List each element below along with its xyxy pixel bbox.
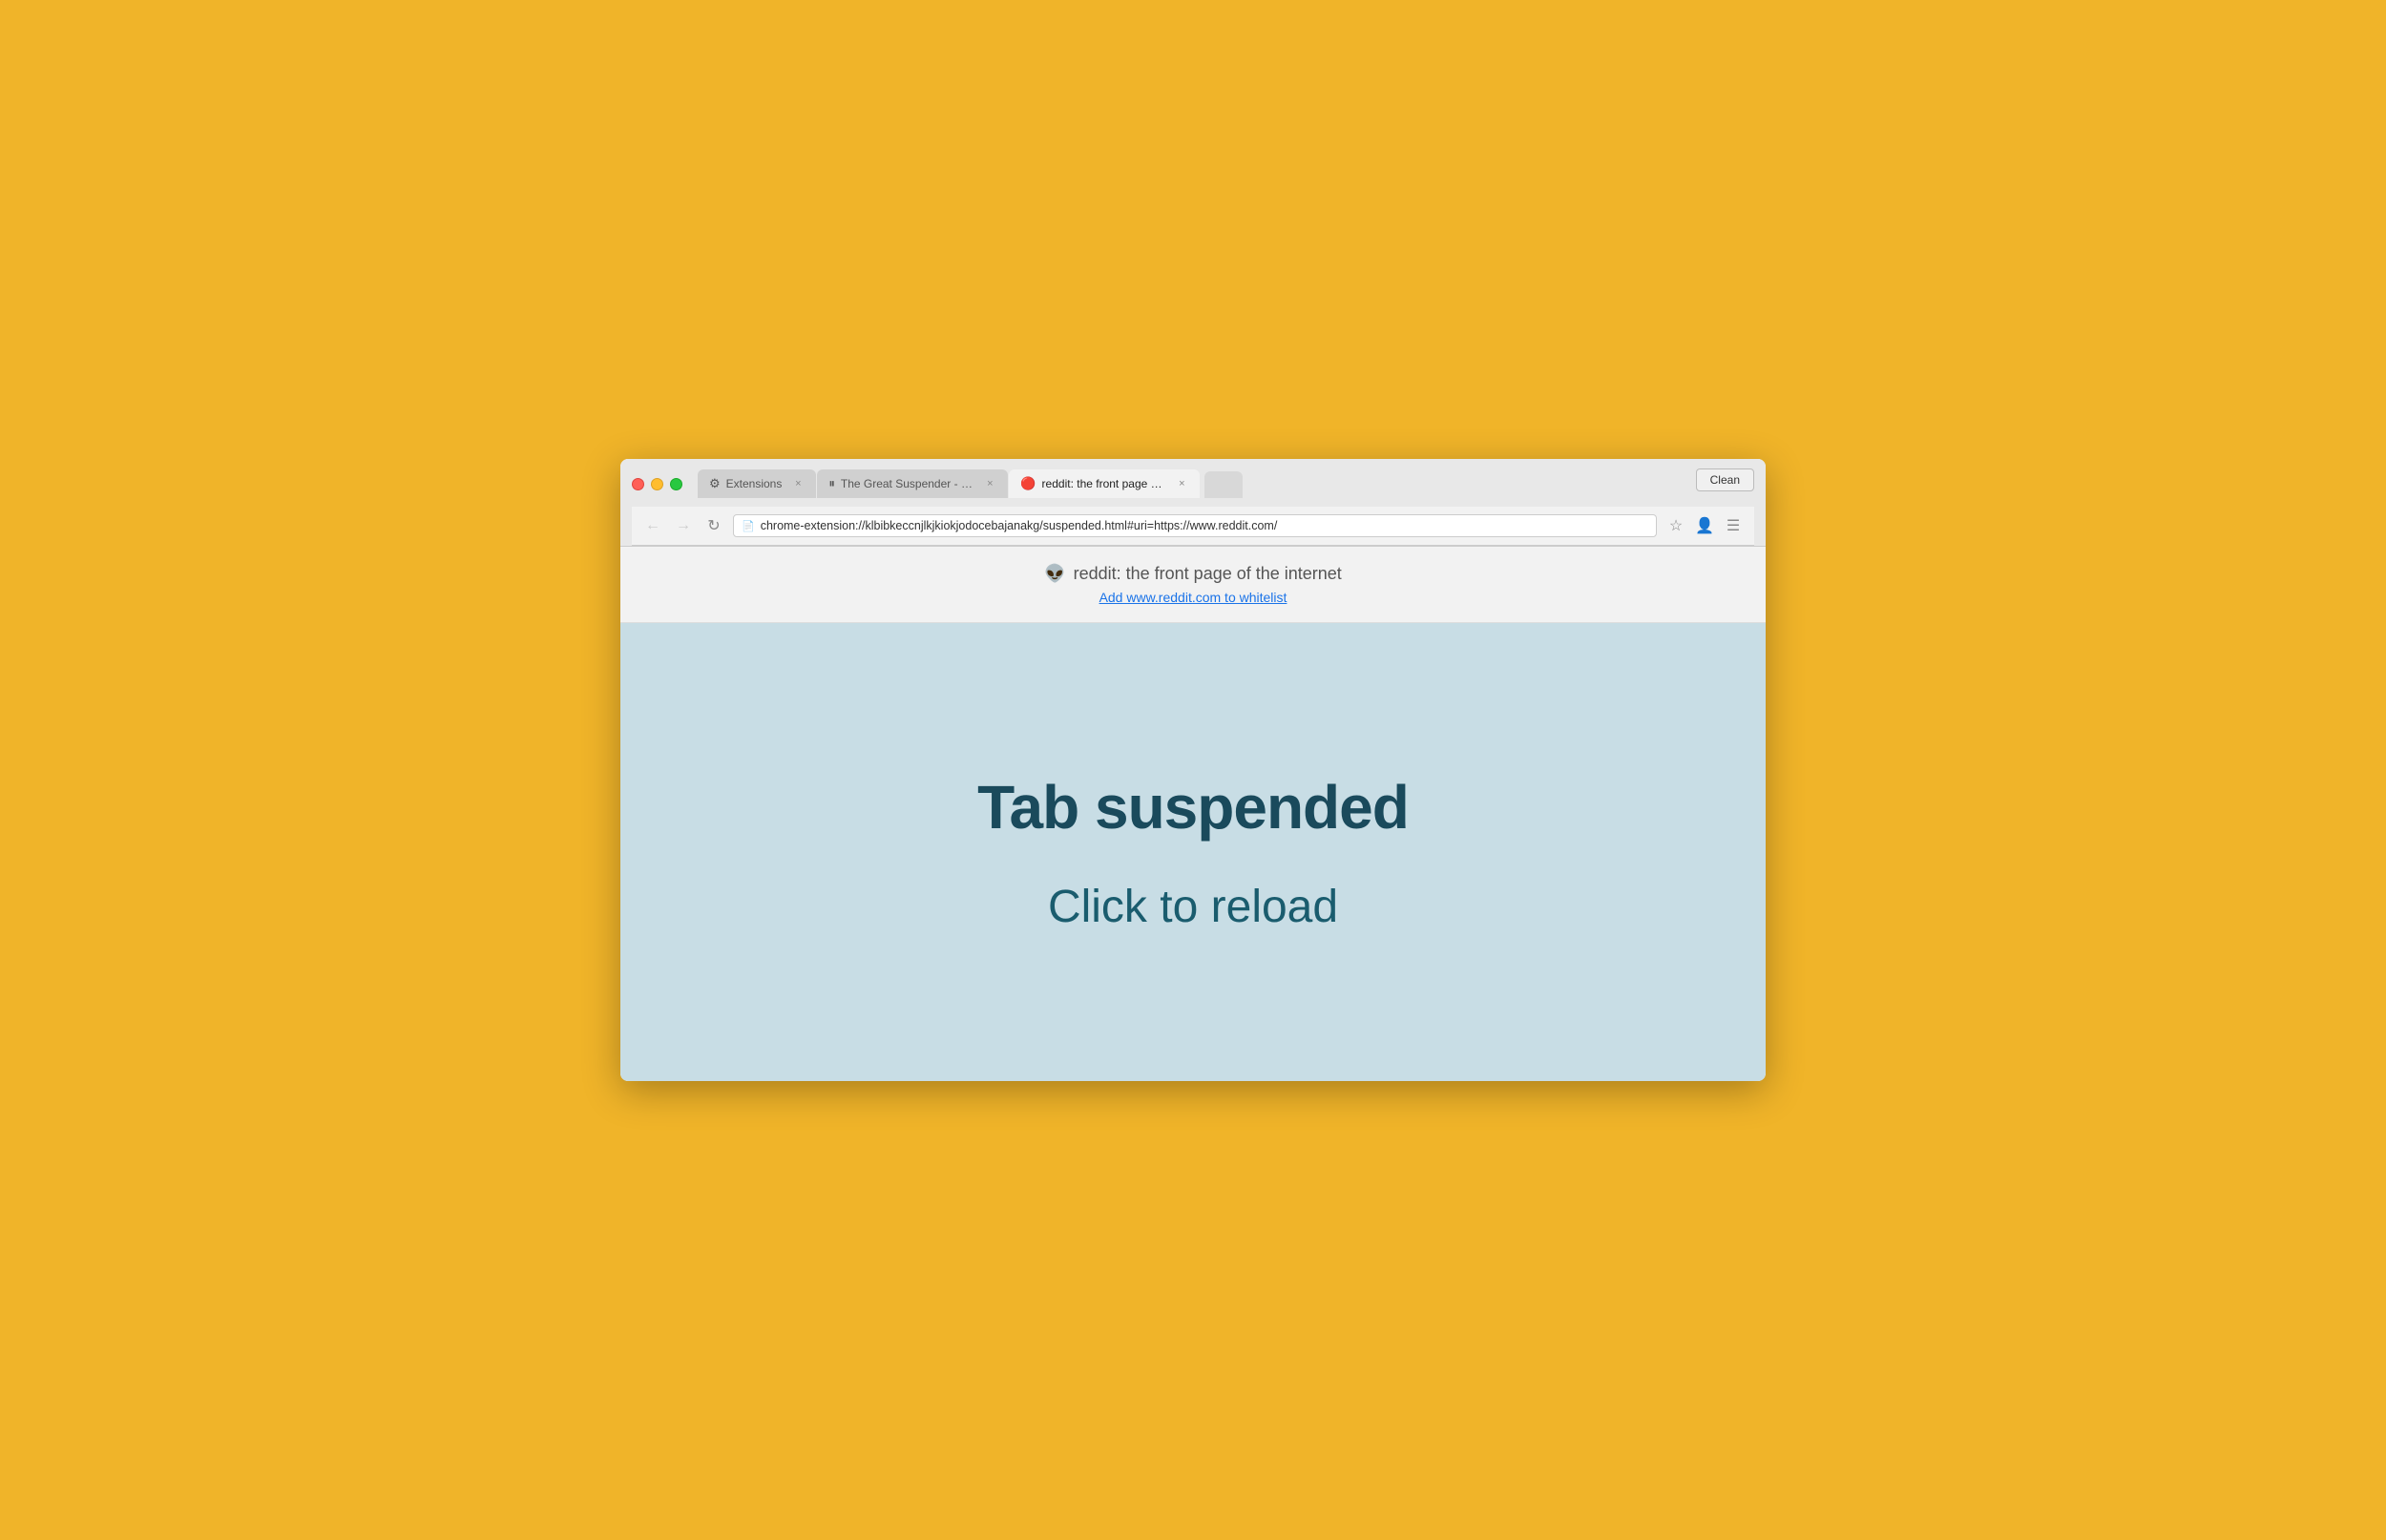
reddit-icon: 👽 [1044, 564, 1065, 584]
browser-window: ⚙ Extensions × ⏸ The Great Suspender - C… [620, 459, 1766, 1081]
clean-button[interactable]: Clean [1696, 468, 1754, 491]
site-title: 👽 reddit: the front page of the internet [639, 564, 1747, 584]
reddit-tab-close[interactable]: × [1175, 477, 1188, 490]
maximize-button[interactable] [670, 478, 682, 490]
suspender-tab-icon: ⏸ [828, 476, 835, 491]
back-button[interactable] [641, 514, 664, 537]
page-header: 👽 reddit: the front page of the internet… [620, 547, 1766, 623]
new-tab-placeholder [1204, 471, 1243, 498]
menu-button[interactable]: ☰ [1722, 514, 1745, 537]
suspender-tab-label: The Great Suspender - Ch… [841, 477, 974, 490]
window-controls [632, 478, 682, 490]
title-bar-top: ⚙ Extensions × ⏸ The Great Suspender - C… [632, 468, 1754, 499]
site-title-text: reddit: the front page of the internet [1074, 564, 1342, 584]
profile-button[interactable]: 👤 [1693, 514, 1716, 537]
reload-prompt[interactable]: Click to reload [1048, 881, 1338, 933]
extensions-tab-close[interactable]: × [791, 477, 805, 490]
url-bar[interactable]: 📄 chrome-extension://klbibkeccnjlkjkiokj… [733, 514, 1657, 537]
tab-great-suspender[interactable]: ⏸ The Great Suspender - Ch… × [817, 469, 1008, 498]
reddit-tab-label: reddit: the front page of th… [1042, 477, 1166, 490]
title-bar: ⚙ Extensions × ⏸ The Great Suspender - C… [620, 459, 1766, 547]
address-bar-actions: ☆ 👤 ☰ [1664, 514, 1745, 537]
whitelist-link[interactable]: Add www.reddit.com to whitelist [1099, 590, 1287, 605]
extensions-tab-icon: ⚙ [709, 476, 721, 491]
forward-button[interactable] [672, 514, 695, 537]
suspended-heading: Tab suspended [977, 772, 1409, 843]
tab-extensions[interactable]: ⚙ Extensions × [698, 469, 816, 498]
close-button[interactable] [632, 478, 644, 490]
bookmark-button[interactable]: ☆ [1664, 514, 1687, 537]
page-content[interactable]: Tab suspended Click to reload [620, 623, 1766, 1081]
tab-bar: ⚙ Extensions × ⏸ The Great Suspender - C… [698, 469, 1696, 498]
tab-reddit[interactable]: 🔴 reddit: the front page of th… × [1009, 469, 1200, 498]
page-icon: 📄 [742, 520, 755, 532]
address-bar: 📄 chrome-extension://klbibkeccnjlkjkiokj… [632, 507, 1754, 546]
url-text: chrome-extension://klbibkeccnjlkjkiokjod… [761, 519, 1648, 532]
extensions-tab-label: Extensions [726, 477, 783, 490]
reddit-tab-icon: 🔴 [1020, 476, 1036, 491]
refresh-button[interactable] [702, 514, 725, 537]
suspender-tab-close[interactable]: × [983, 477, 996, 490]
minimize-button[interactable] [651, 478, 663, 490]
